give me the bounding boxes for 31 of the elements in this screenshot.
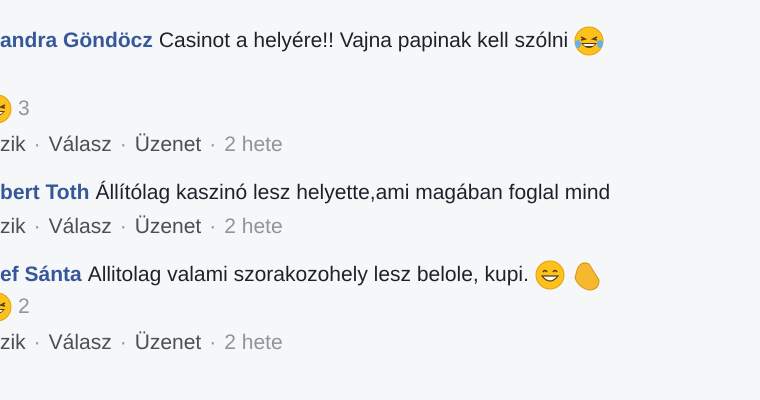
comment-time: 2 hete [224, 214, 283, 240]
action-link[interactable]: zik [0, 327, 26, 359]
action-link[interactable]: Üzenet [134, 211, 202, 243]
comment-time: 2 hete [224, 132, 283, 158]
comment-text: Allitolag valami szorakozohely lesz belole, kupi. [88, 262, 529, 288]
reaction-count: 2 [18, 294, 30, 320]
action-link[interactable]: Válasz [48, 129, 112, 161]
separator-dot: · [32, 214, 42, 240]
comment-text: Állítólag kaszinó lesz helyette,ami magában foglal mind [95, 180, 610, 206]
separator-dot: · [118, 214, 128, 240]
action-link[interactable]: Válasz [48, 327, 112, 359]
commenter-name[interactable]: ef Sánta [0, 259, 82, 291]
reaction-count: 3 [18, 96, 30, 122]
action-link[interactable]: Üzenet [134, 129, 202, 161]
action-link[interactable]: Válasz [48, 211, 112, 243]
commenter-name[interactable]: andra Göndöcz [0, 25, 153, 57]
action-link[interactable]: zik [0, 211, 26, 243]
separator-dot: · [208, 330, 218, 356]
comment-time: 2 hete [224, 330, 283, 356]
laughing-face-icon [574, 26, 604, 56]
grinning-face-icon [534, 260, 565, 290]
separator-dot: · [208, 132, 218, 158]
commenter-name[interactable]: bert Toth [0, 177, 90, 209]
action-link[interactable]: zik [0, 129, 26, 161]
action-link[interactable]: Üzenet [134, 327, 202, 359]
separator-dot: · [32, 132, 42, 158]
separator-dot: · [32, 330, 42, 356]
separator-dot: · [118, 330, 128, 356]
separator-dot: · [118, 132, 128, 158]
separator-dot: · [208, 214, 218, 240]
comment-text: Casinot a helyére!! Vajna papinak kell szólni [158, 28, 568, 54]
